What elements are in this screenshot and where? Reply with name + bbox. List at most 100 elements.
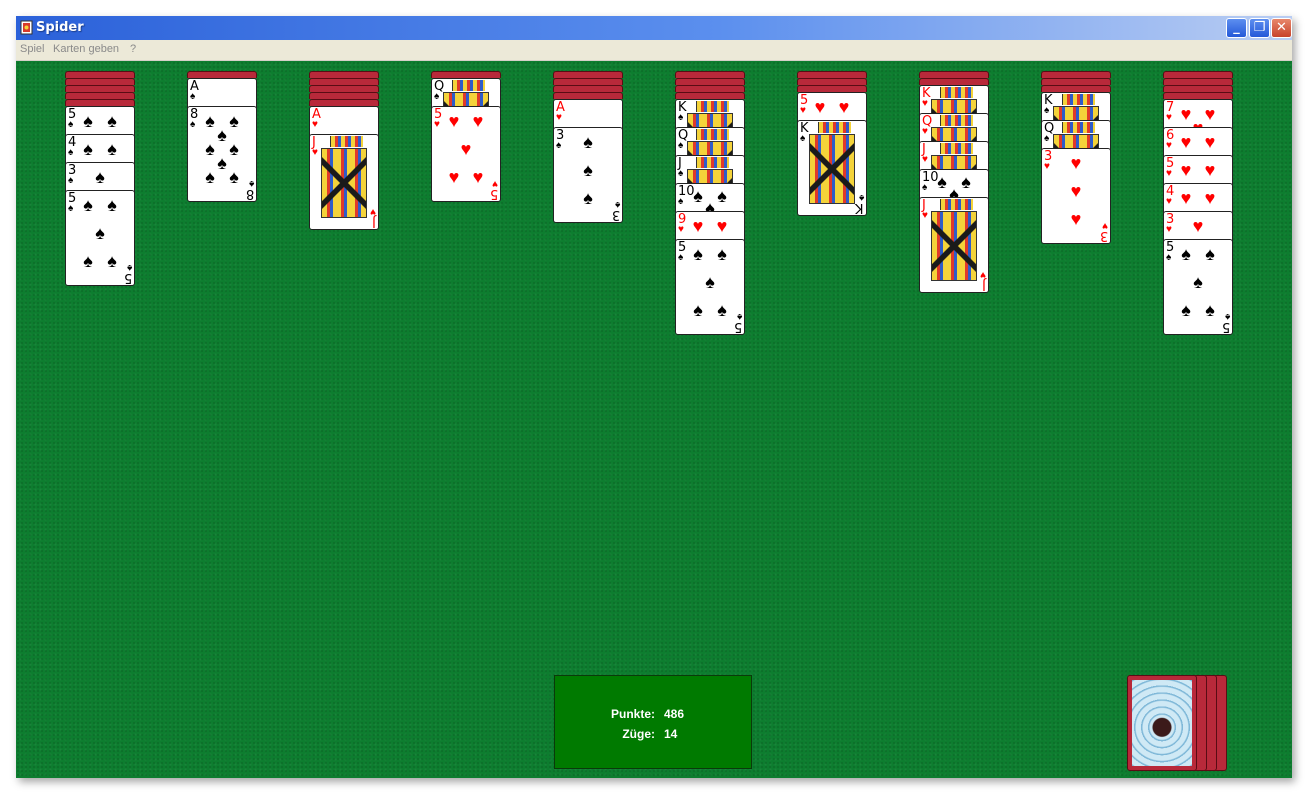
card-back <box>65 92 135 99</box>
playing-card[interactable]: 8 ♠ ♠ ♠ ♠ ♠ ♠ ♠ ♠ ♠ 8 ♠ <box>187 106 257 202</box>
card-back <box>65 71 135 78</box>
suit-pip-icon: ♠ <box>107 251 117 271</box>
court-card-art <box>940 115 973 126</box>
suit-pip-icon: ♥ <box>1204 132 1216 152</box>
suit-pip-icon: ♠ <box>107 139 117 159</box>
card-suit-icon: ♠ <box>678 168 684 179</box>
suit-pip-icon: ♥ <box>1204 188 1216 208</box>
stock-card-back[interactable] <box>1127 675 1197 771</box>
card-back <box>553 78 623 85</box>
suit-pip-icon: ♠ <box>229 167 239 187</box>
card-suit-icon: ♠ <box>190 119 196 130</box>
card-suit-icon: ♥ <box>922 154 928 165</box>
playing-card[interactable]: J♥J♥ <box>919 197 989 293</box>
suit-pip-icon: ♠ <box>717 244 727 264</box>
card-back <box>1163 78 1233 85</box>
suit-pip-icon: ♠ <box>1181 244 1191 264</box>
card-back <box>553 92 623 99</box>
card-suit-icon: ♥ <box>1166 112 1172 123</box>
menu-help[interactable]: ? <box>130 43 136 55</box>
card-suit-icon: ♠ <box>434 91 440 102</box>
court-card-art <box>696 157 729 168</box>
maximize-button[interactable]: ❐ <box>1249 18 1270 38</box>
suit-pip-icon: ♥ <box>1070 181 1082 201</box>
playing-card[interactable]: 5♠♠♠♠♠♠5♠ <box>65 190 135 286</box>
card-suit-icon: ♥ <box>1166 168 1172 179</box>
minimize-button[interactable]: _ <box>1226 18 1247 38</box>
card-suit-icon: ♥ <box>800 105 806 116</box>
card-back <box>1041 71 1111 78</box>
card-back <box>797 71 867 78</box>
card-back <box>919 78 989 85</box>
suit-pip-icon: ♠ <box>705 272 715 292</box>
suit-pip-icon: ♠ <box>693 300 703 320</box>
suit-pip-icon: ♥ <box>472 167 484 187</box>
suit-pip-icon: ♠ <box>693 244 703 264</box>
card-back <box>553 85 623 92</box>
court-card-art <box>330 136 363 147</box>
court-card-art <box>696 101 729 112</box>
card-back <box>797 85 867 92</box>
suit-pip-icon: ♠ <box>83 111 93 131</box>
close-button[interactable]: ✕ <box>1271 18 1292 38</box>
playing-card[interactable]: K♠K♠ <box>797 120 867 216</box>
suit-pip-icon: ♠ <box>205 167 215 187</box>
menu-karten-geben[interactable]: Karten geben <box>53 43 119 55</box>
playing-card[interactable]: J♥J♥ <box>309 134 379 230</box>
card-back <box>431 71 501 78</box>
suit-pip-icon: ♠ <box>107 195 117 215</box>
court-card-portrait <box>321 148 367 218</box>
card-suit-icon: ♥ <box>922 98 928 109</box>
card-suit-icon: ♥ <box>922 126 928 137</box>
suit-pip-icon: ♠ <box>717 300 727 320</box>
card-back <box>187 71 257 78</box>
card-back <box>1163 92 1233 99</box>
moves-label: Züge: <box>622 727 655 741</box>
card-suit-bottom-icon: ♠ <box>858 192 864 203</box>
card-back <box>1163 85 1233 92</box>
suit-pip-icon: ♥ <box>692 216 704 236</box>
suit-pip-icon: ♥ <box>448 111 460 131</box>
card-suit-bottom-icon: ♠ <box>1224 311 1230 322</box>
menu-spiel[interactable]: Spiel <box>20 43 44 55</box>
game-table[interactable]: 5♠♠♠♠♠♠5♠4♠♠♠♠♠4♠3♠♠♠♠3♠5♠♠♠♠♠♠5♠A♠♠A♠8♠… <box>16 61 1292 778</box>
suit-pip-icon: ♠ <box>583 188 593 208</box>
card-suit-icon: ♠ <box>68 203 74 214</box>
card-suit-icon: ♥ <box>556 112 562 123</box>
card-suit-icon: ♥ <box>434 119 440 130</box>
playing-card[interactable]: 5♠♠♠♠♠♠5♠ <box>675 239 745 335</box>
playing-card[interactable]: 5♠♠♠♠♠♠5♠ <box>1163 239 1233 335</box>
card-back <box>1041 85 1111 92</box>
card-suit-bottom-icon: ♠ <box>126 262 132 273</box>
stock-pile[interactable] <box>1127 675 1237 773</box>
card-suit-icon: ♥ <box>678 224 684 235</box>
card-suit-icon: ♥ <box>1166 224 1172 235</box>
spider-app-icon <box>20 20 33 35</box>
card-suit-icon: ♠ <box>68 119 74 130</box>
suit-pip-icon: ♥ <box>460 139 472 159</box>
suit-pip-icon: ♥ <box>1180 160 1192 180</box>
card-back <box>65 99 135 106</box>
card-suit-icon: ♠ <box>922 182 928 193</box>
card-suit-bottom-icon: ♠ <box>248 178 254 189</box>
playing-card[interactable]: 5♥♥♥♥♥♥5♥ <box>431 106 501 202</box>
card-back <box>675 71 745 78</box>
playing-card[interactable]: 3♠♠♠♠3♠ <box>553 127 623 223</box>
score-panel: Punkte: 486 Züge: 14 <box>554 675 752 769</box>
spider-web-icon <box>1132 680 1192 766</box>
card-suit-bottom-icon: ♥ <box>492 178 498 189</box>
playing-card[interactable]: 3♥♥♥♥3♥ <box>1041 148 1111 244</box>
card-suit-bottom-icon: ♥ <box>980 269 986 280</box>
court-card-art <box>818 122 851 133</box>
court-card-art <box>940 87 973 98</box>
card-back <box>309 85 379 92</box>
points-value: 486 <box>664 707 685 721</box>
suit-pip-icon: ♥ <box>472 111 484 131</box>
title-bar[interactable]: Spider _ ❐ ✕ <box>16 16 1292 40</box>
suit-pip-icon: ♠ <box>1181 300 1191 320</box>
card-suit-icon: ♠ <box>1166 252 1172 263</box>
card-back <box>1041 78 1111 85</box>
court-card-art <box>1062 94 1095 105</box>
points-label: Punkte: <box>610 707 655 721</box>
card-back <box>675 85 745 92</box>
